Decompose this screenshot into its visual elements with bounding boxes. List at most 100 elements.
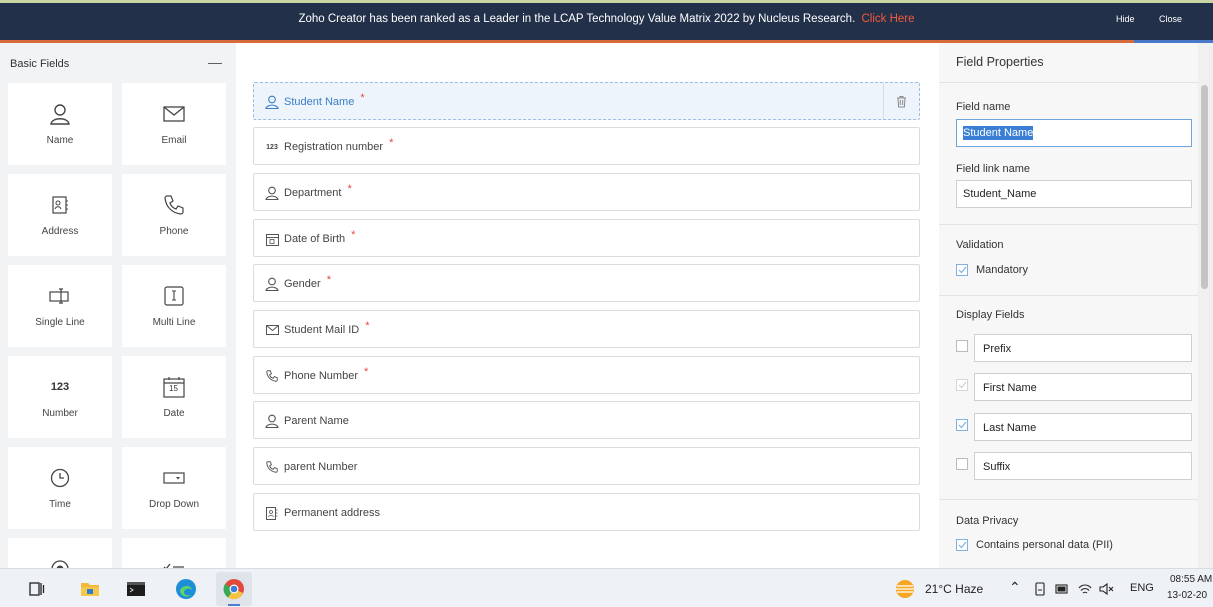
palette-item-multi-line[interactable]: Multi Line bbox=[122, 265, 226, 347]
form-field-student-mail-id[interactable]: Student Mail ID * bbox=[253, 310, 920, 348]
field-label: Gender bbox=[284, 278, 321, 290]
announcement-banner: Zoho Creator has been ranked as a Leader… bbox=[0, 0, 1213, 40]
prefix-checkbox[interactable] bbox=[956, 340, 968, 352]
form-field-parent-name[interactable]: Parent Name bbox=[253, 401, 920, 439]
phone-icon bbox=[122, 194, 226, 216]
palette-item-label: Time bbox=[49, 499, 71, 510]
validation-label: Validation bbox=[956, 239, 1004, 251]
display-field-last-name[interactable]: Last Name bbox=[974, 413, 1192, 441]
field-label: Parent Name bbox=[284, 415, 349, 427]
form-field-parent-number[interactable]: parent Number bbox=[253, 447, 920, 485]
file-explorer-icon[interactable] bbox=[78, 577, 102, 601]
palette-item-date[interactable]: 15 Date bbox=[122, 356, 226, 438]
required-marker: * bbox=[364, 366, 369, 378]
radio-icon bbox=[8, 558, 112, 568]
palette-item-phone[interactable]: Phone bbox=[122, 174, 226, 256]
field-label: parent Number bbox=[284, 461, 358, 473]
person-icon bbox=[264, 276, 280, 292]
banner-top-stripe bbox=[0, 0, 1213, 3]
field-name-input[interactable]: Student Name bbox=[956, 119, 1192, 147]
palette-item-drop-down[interactable]: Drop Down bbox=[122, 447, 226, 529]
chrome-browser-icon[interactable] bbox=[216, 572, 252, 606]
banner-click-here-link[interactable]: Click Here bbox=[861, 13, 914, 25]
display-fields-label: Display Fields bbox=[956, 309, 1025, 321]
mandatory-label: Mandatory bbox=[976, 264, 1028, 276]
field-label: Permanent address bbox=[284, 507, 380, 519]
banner-close-button[interactable]: Close bbox=[1159, 14, 1182, 24]
calendar-icon: 15 bbox=[122, 376, 226, 398]
calendar-icon bbox=[264, 231, 280, 247]
battery-icon[interactable] bbox=[1050, 577, 1074, 601]
palette-item-single-line[interactable]: Single Line bbox=[8, 265, 112, 347]
field-link-name-input[interactable]: Student_Name bbox=[956, 180, 1192, 208]
palette-item-email[interactable]: Email bbox=[122, 83, 226, 165]
field-label: Student Mail ID bbox=[284, 324, 360, 336]
dropdown-icon bbox=[122, 467, 226, 489]
address-book-icon bbox=[264, 505, 280, 521]
divider bbox=[939, 224, 1201, 225]
palette-item-radio[interactable] bbox=[8, 538, 112, 568]
palette-item-label: Single Line bbox=[35, 317, 85, 328]
last-name-checkbox[interactable] bbox=[956, 419, 968, 431]
form-field-gender[interactable]: Gender * bbox=[253, 264, 920, 302]
number-icon: 123 bbox=[50, 381, 70, 393]
person-icon bbox=[264, 185, 280, 201]
scrollbar-thumb[interactable] bbox=[1201, 85, 1208, 289]
mandatory-checkbox[interactable] bbox=[956, 264, 968, 276]
weather-haze-icon[interactable] bbox=[893, 577, 917, 601]
display-field-prefix[interactable]: Prefix bbox=[974, 334, 1192, 362]
form-field-phone-number[interactable]: Phone Number * bbox=[253, 356, 920, 394]
field-label: Department bbox=[284, 187, 342, 199]
palette-item-label: Drop Down bbox=[148, 499, 200, 510]
palette-item-name[interactable]: Name bbox=[8, 83, 112, 165]
banner-hide-button[interactable]: Hide bbox=[1116, 14, 1135, 24]
checklist-icon bbox=[122, 558, 226, 568]
palette-item-number[interactable]: 123 Number bbox=[8, 356, 112, 438]
pii-checkbox[interactable] bbox=[956, 539, 968, 551]
weather-text[interactable]: 21°C Haze bbox=[925, 582, 983, 596]
banner-text: Zoho Creator has been ranked as a Leader… bbox=[298, 13, 856, 25]
checkmark-icon bbox=[958, 266, 966, 274]
clock-date[interactable]: 13-02-20 bbox=[1167, 590, 1207, 601]
volume-muted-icon[interactable] bbox=[1095, 577, 1119, 601]
form-field-student-name[interactable]: Student Name * bbox=[253, 82, 920, 120]
required-marker: * bbox=[360, 92, 365, 104]
palette-item-label: Address bbox=[41, 226, 79, 237]
envelope-icon bbox=[264, 322, 280, 338]
checkmark-icon bbox=[958, 421, 966, 429]
form-field-date-of-birth[interactable]: Date of Birth * bbox=[253, 219, 920, 257]
terminal-icon[interactable] bbox=[124, 577, 148, 601]
phone-icon bbox=[264, 459, 280, 475]
wifi-icon[interactable] bbox=[1073, 577, 1097, 601]
form-field-registration-number[interactable]: 123 Registration number * bbox=[253, 127, 920, 165]
palette-item-time[interactable]: Time bbox=[8, 447, 112, 529]
palette-item-address[interactable]: Address bbox=[8, 174, 112, 256]
checkmark-icon bbox=[958, 381, 966, 389]
display-field-first-name[interactable]: First Name bbox=[974, 373, 1192, 401]
first-name-checkbox[interactable] bbox=[956, 379, 968, 391]
chevron-up-icon[interactable]: ⌃ bbox=[1009, 579, 1021, 596]
address-book-icon bbox=[8, 194, 112, 216]
palette-item-checklist[interactable] bbox=[122, 538, 226, 568]
form-field-permanent-address[interactable]: Permanent address bbox=[253, 493, 920, 531]
field-label: Student Name bbox=[284, 96, 355, 108]
suffix-checkbox[interactable] bbox=[956, 458, 968, 470]
delete-field-button[interactable] bbox=[883, 83, 919, 119]
clock-time[interactable]: 08:55 AM bbox=[1170, 574, 1212, 585]
palette-item-label: Email bbox=[161, 135, 187, 146]
properties-scrollbar[interactable] bbox=[1198, 43, 1213, 568]
field-properties-panel: Field Properties Field name Student Name… bbox=[939, 43, 1213, 568]
required-marker: * bbox=[365, 320, 370, 332]
required-marker: * bbox=[389, 137, 394, 149]
onedrive-icon[interactable] bbox=[1028, 577, 1052, 601]
task-view-icon[interactable] bbox=[25, 577, 49, 601]
person-icon bbox=[8, 103, 112, 125]
edge-browser-icon[interactable] bbox=[174, 577, 198, 601]
palette-collapse-button[interactable]: — bbox=[208, 54, 222, 70]
divider bbox=[939, 295, 1201, 296]
language-indicator[interactable]: ENG bbox=[1130, 582, 1154, 594]
required-marker: * bbox=[326, 274, 331, 286]
display-field-suffix[interactable]: Suffix bbox=[974, 452, 1192, 480]
field-name-label: Field name bbox=[956, 101, 1011, 113]
form-field-department[interactable]: Department * bbox=[253, 173, 920, 211]
